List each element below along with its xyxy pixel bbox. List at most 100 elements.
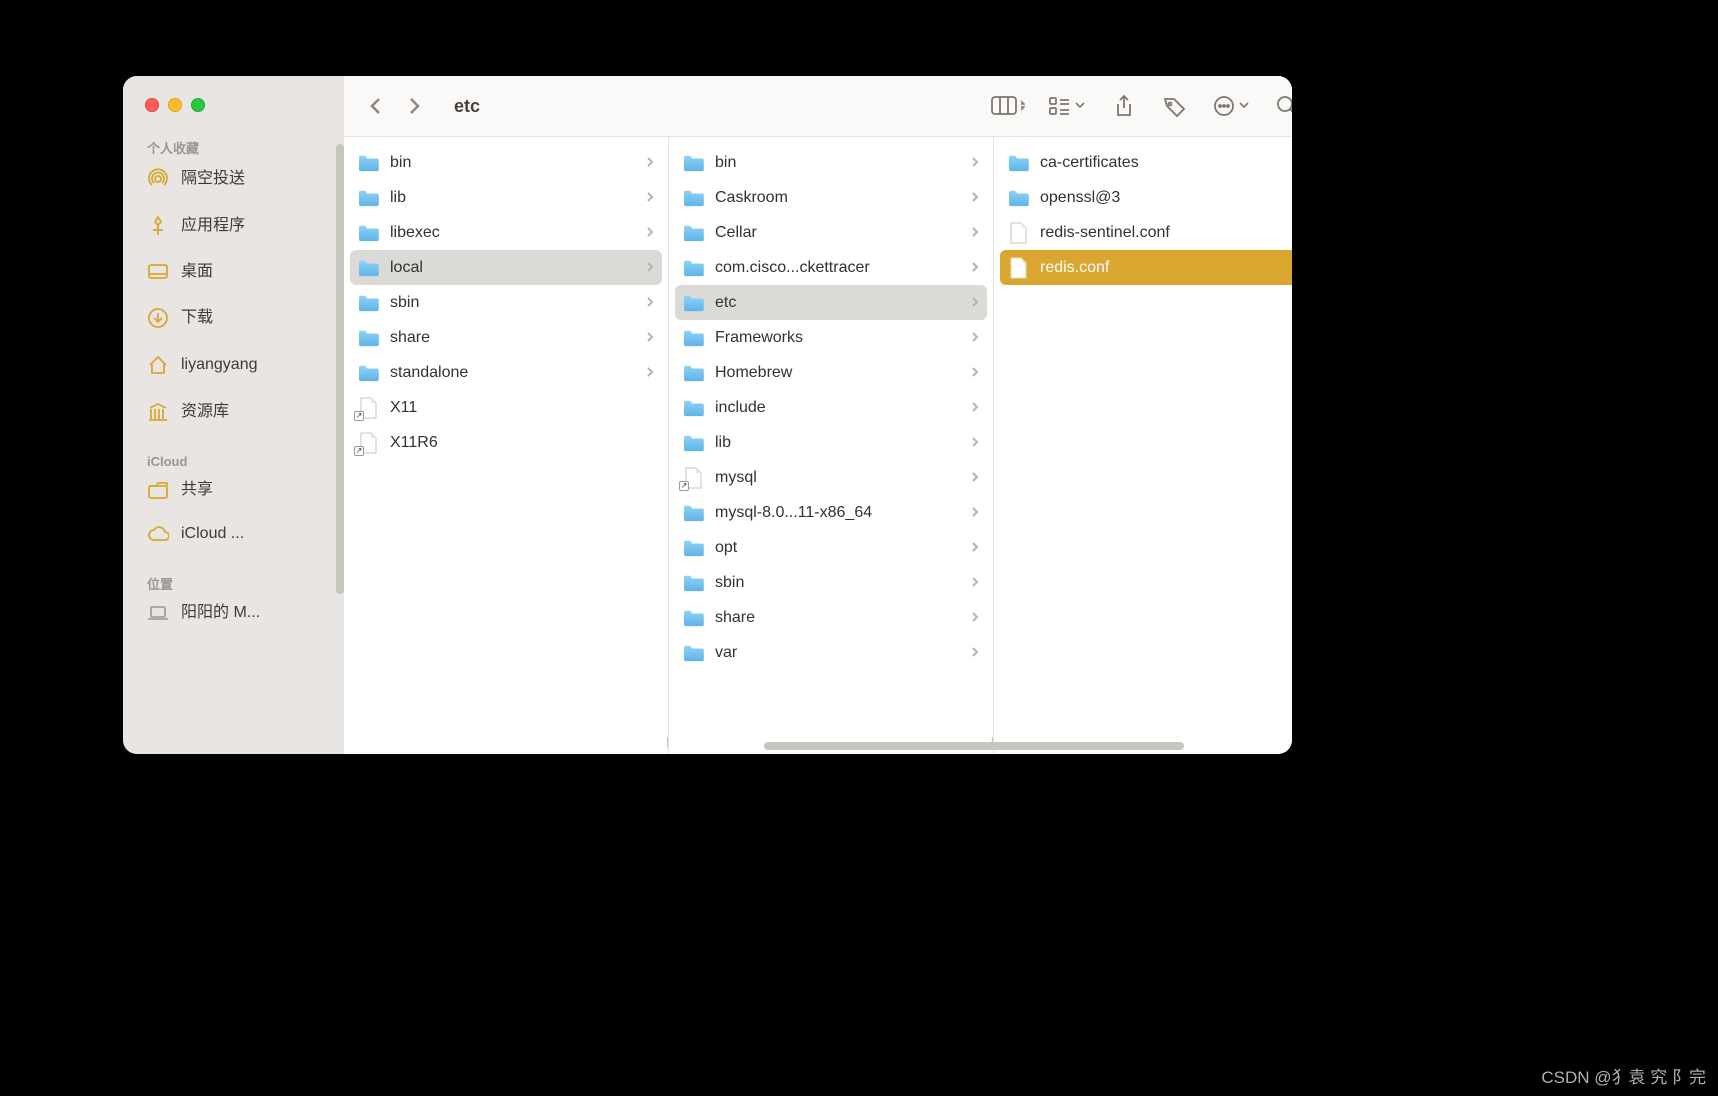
more-actions-button[interactable] [1213, 90, 1249, 122]
file-row[interactable]: sbin [350, 285, 662, 320]
file-name: openssl@3 [1040, 189, 1286, 207]
folder-icon [1006, 189, 1030, 207]
icloud-icon [147, 525, 169, 543]
folder-icon [681, 189, 705, 207]
file-row[interactable]: Cellar [675, 215, 987, 250]
chevron-right-icon [971, 470, 979, 486]
minimize-button[interactable] [168, 98, 182, 112]
file-row[interactable]: com.cisco...ckettracer [675, 250, 987, 285]
chevron-right-icon [971, 400, 979, 416]
file-row[interactable]: redis.conf [1000, 250, 1292, 285]
file-row[interactable]: Homebrew [675, 355, 987, 390]
alias-icon: ↗ [681, 467, 705, 489]
chevron-right-icon [646, 155, 654, 171]
column-0[interactable]: binliblibexeclocalsbinsharestandalone↗X1… [344, 137, 669, 754]
file-row[interactable]: lib [675, 425, 987, 460]
search-button[interactable] [1273, 90, 1292, 122]
sidebar-item-laptop[interactable]: 阳阳的 M... [123, 599, 344, 627]
file-name: standalone [390, 364, 636, 382]
chevron-right-icon [971, 540, 979, 556]
chevron-right-icon [646, 330, 654, 346]
back-button[interactable] [362, 90, 390, 122]
share-button[interactable] [1109, 90, 1137, 122]
file-name: etc [715, 294, 961, 312]
chevron-right-icon [646, 295, 654, 311]
view-columns-button[interactable] [991, 90, 1025, 122]
file-row[interactable]: Caskroom [675, 180, 987, 215]
sidebar-item-desktop[interactable]: 桌面 [123, 257, 344, 287]
file-row[interactable]: openssl@3 [1000, 180, 1292, 215]
horizontal-scrollbar[interactable] [764, 742, 1184, 750]
sidebar-item-label: 应用程序 [181, 218, 245, 234]
column-browser: binliblibexeclocalsbinsharestandalone↗X1… [344, 137, 1292, 754]
sidebar-item-shared[interactable]: 共享 [123, 475, 344, 505]
file-name: local [390, 259, 636, 277]
alias-icon: ↗ [356, 397, 380, 419]
sidebar-item-home[interactable]: liyangyang [123, 349, 344, 381]
file-row[interactable]: standalone [350, 355, 662, 390]
file-row[interactable]: include [675, 390, 987, 425]
forward-button[interactable] [400, 90, 428, 122]
group-by-button[interactable] [1049, 90, 1085, 122]
file-name: com.cisco...ckettracer [715, 259, 961, 277]
folder-icon [356, 329, 380, 347]
finder-window: 个人收藏隔空投送应用程序桌面下载liyangyang资源库iCloud共享iCl… [123, 76, 1292, 754]
chevron-right-icon [971, 575, 979, 591]
file-name: ca-certificates [1040, 154, 1286, 172]
file-row[interactable]: share [350, 320, 662, 355]
file-row[interactable]: var [675, 635, 987, 670]
file-row[interactable]: local [350, 250, 662, 285]
alias-icon: ↗ [356, 432, 380, 454]
file-name: share [390, 329, 636, 347]
sidebar-scrollbar[interactable] [336, 144, 344, 594]
file-name: Cellar [715, 224, 961, 242]
file-name: include [715, 399, 961, 417]
sidebar-item-downloads[interactable]: 下载 [123, 302, 344, 334]
file-row[interactable]: lib [350, 180, 662, 215]
chevron-right-icon [971, 365, 979, 381]
tags-button[interactable] [1161, 90, 1189, 122]
folder-icon [1006, 154, 1030, 172]
sidebar-item-label: 桌面 [181, 264, 213, 280]
file-row[interactable]: bin [350, 145, 662, 180]
maximize-button[interactable] [191, 98, 205, 112]
file-row[interactable]: redis-sentinel.conf [1000, 215, 1292, 250]
file-row[interactable]: ↗ X11 [350, 390, 662, 425]
file-row[interactable]: ↗ mysql [675, 460, 987, 495]
downloads-icon [147, 307, 169, 329]
sidebar-item-label: 阳阳的 M... [181, 605, 260, 621]
chevron-right-icon [971, 225, 979, 241]
sidebar-item-icloud[interactable]: iCloud ... [123, 520, 344, 548]
sidebar-item-airdrop[interactable]: 隔空投送 [123, 163, 344, 195]
file-row[interactable]: sbin [675, 565, 987, 600]
column-1[interactable]: binCaskroom Cellar com.cisco...ckettracer e… [669, 137, 994, 754]
file-row[interactable]: etc [675, 285, 987, 320]
file-name: var [715, 644, 961, 662]
file-row[interactable]: libexec [350, 215, 662, 250]
sidebar-item-label: 资源库 [181, 404, 229, 420]
file-row[interactable]: ca-certificates [1000, 145, 1292, 180]
file-name: sbin [715, 574, 961, 592]
sidebar-item-library[interactable]: 资源库 [123, 396, 344, 428]
file-name: X11 [390, 399, 654, 417]
folder-icon [681, 224, 705, 242]
sidebar-item-label: 隔空投送 [181, 171, 245, 187]
airdrop-icon [147, 168, 169, 190]
desktop-icon [147, 262, 169, 282]
sidebar-item-apps[interactable]: 应用程序 [123, 210, 344, 242]
folder-icon [681, 609, 705, 627]
file-row[interactable]: ↗X11R6 [350, 425, 662, 460]
close-button[interactable] [145, 98, 159, 112]
file-row[interactable]: mysql-8.0...11-x86_64 [675, 495, 987, 530]
file-name: bin [390, 154, 636, 172]
folder-icon [681, 434, 705, 452]
column-2[interactable]: ca-certificates openssl@3 redis-sentinel.c… [994, 137, 1292, 754]
file-name: Frameworks [715, 329, 961, 347]
sidebar-item-label: iCloud ... [181, 526, 244, 542]
sidebar-section-header: 位置 [123, 574, 344, 599]
file-row[interactable]: share [675, 600, 987, 635]
file-name: mysql [715, 469, 961, 487]
file-row[interactable]: opt [675, 530, 987, 565]
file-row[interactable]: Frameworks [675, 320, 987, 355]
file-row[interactable]: bin [675, 145, 987, 180]
